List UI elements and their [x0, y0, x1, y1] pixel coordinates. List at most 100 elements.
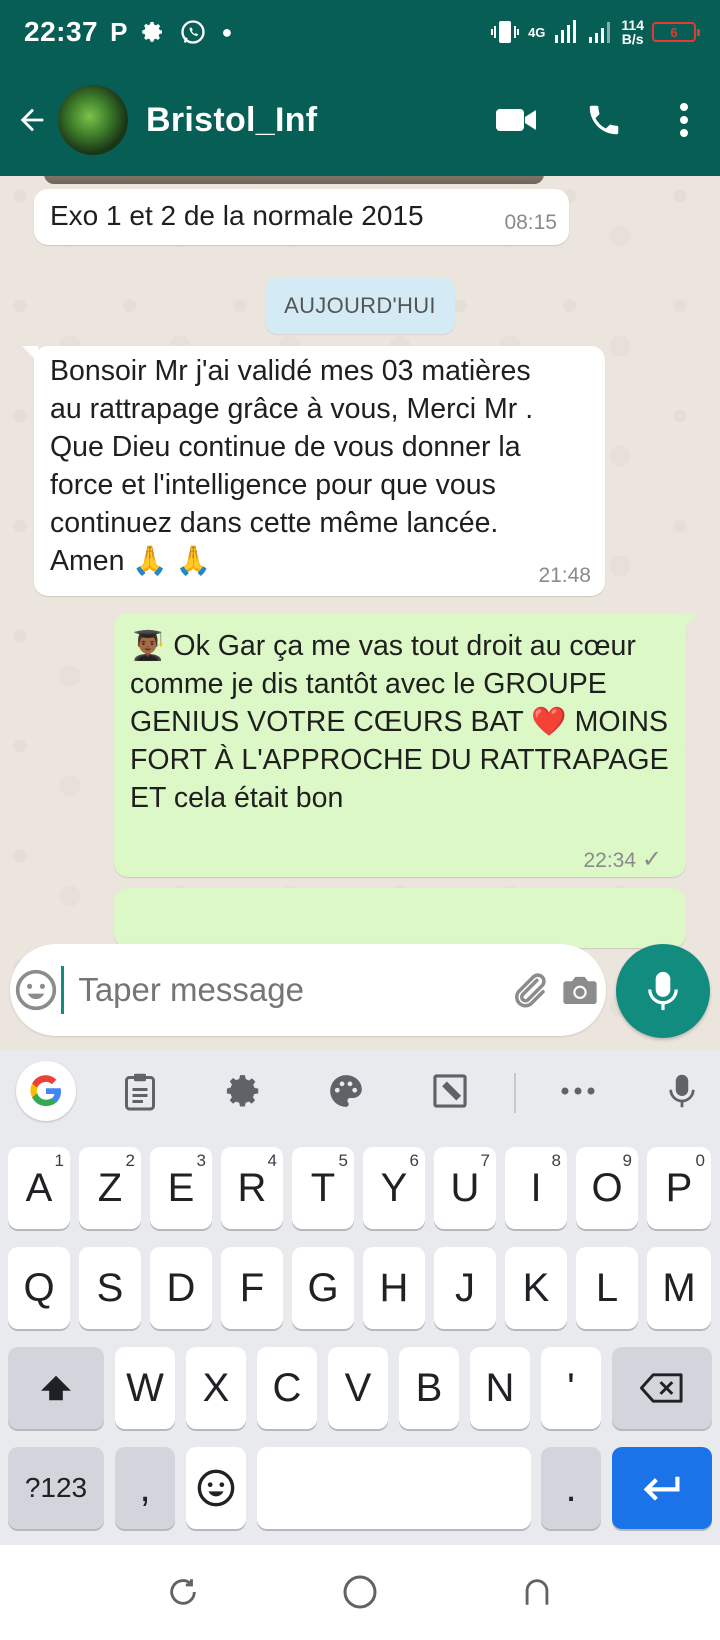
bubble-tail — [22, 346, 38, 362]
shift-icon — [41, 1375, 71, 1401]
back-nav-button[interactable] — [512, 1567, 562, 1617]
key-f[interactable]: F — [221, 1247, 283, 1329]
theme-button[interactable] — [320, 1065, 372, 1117]
camera-button[interactable] — [555, 944, 606, 1036]
key-g[interactable]: G — [292, 1247, 354, 1329]
back-button[interactable] — [0, 64, 64, 176]
home-circle-icon — [343, 1575, 377, 1609]
recents-button[interactable] — [158, 1567, 208, 1617]
message-input[interactable] — [61, 966, 504, 1014]
key-i[interactable]: I8 — [505, 1147, 567, 1229]
gear-icon — [142, 22, 163, 42]
key-s[interactable]: S — [79, 1247, 141, 1329]
key-a[interactable]: A1 — [8, 1147, 70, 1229]
comma-key[interactable]: , — [115, 1447, 175, 1529]
symbols-key[interactable]: ?123 — [8, 1447, 104, 1529]
more-vertical-icon — [680, 103, 688, 137]
media-thumbnail-edge[interactable] — [44, 176, 544, 184]
enter-key[interactable] — [612, 1447, 712, 1529]
key-m[interactable]: M — [647, 1247, 711, 1329]
vibrate-icon — [491, 21, 520, 43]
bubble-tail — [682, 613, 698, 629]
toolbar-divider — [514, 1073, 516, 1113]
signal-icon — [555, 20, 577, 43]
gear-icon — [226, 1075, 259, 1107]
recents-icon — [170, 1579, 196, 1605]
video-call-button[interactable] — [472, 64, 560, 176]
backspace-key[interactable] — [612, 1347, 712, 1429]
google-icon[interactable] — [16, 1061, 76, 1121]
key-z[interactable]: Z2 — [79, 1147, 141, 1229]
key-v[interactable]: V — [328, 1347, 388, 1429]
message-bubble-in[interactable]: Exo 1 et 2 de la normale 2015 08:15 — [34, 189, 569, 245]
emoji-key[interactable] — [186, 1447, 246, 1529]
message-bubble-out[interactable]: 👨🏾‍🎓 Ok Gar ça me vas tout droit au cœur… — [114, 613, 698, 877]
message-time: 21:48 — [538, 564, 591, 587]
avatar[interactable] — [58, 85, 128, 155]
home-button[interactable] — [335, 1567, 385, 1617]
sent-check-icon: ✓ — [641, 846, 662, 873]
enter-icon — [643, 1476, 680, 1501]
arrow-left-icon — [20, 108, 44, 132]
message-time: 22:34 ✓ — [583, 846, 662, 873]
key-b[interactable]: B — [399, 1347, 459, 1429]
more-button[interactable] — [552, 1065, 604, 1117]
key-c[interactable]: C — [257, 1347, 317, 1429]
key-n[interactable]: N — [470, 1347, 530, 1429]
video-camera-icon — [496, 109, 536, 131]
backspace-icon — [640, 1373, 683, 1403]
key-t[interactable]: T5 — [292, 1147, 354, 1229]
key-x[interactable]: X — [186, 1347, 246, 1429]
chat-title[interactable]: Bristol_Inf — [146, 101, 317, 140]
camera-icon — [563, 976, 597, 1004]
clipboard-button[interactable] — [114, 1065, 166, 1117]
key-o[interactable]: O9 — [576, 1147, 638, 1229]
emoji-icon — [15, 969, 56, 1011]
more-options-button[interactable] — [648, 64, 720, 176]
key-w[interactable]: W — [115, 1347, 175, 1429]
phone-icon — [589, 105, 619, 135]
shift-key[interactable] — [8, 1347, 104, 1429]
voice-input-button[interactable] — [656, 1065, 708, 1117]
attach-button[interactable] — [503, 944, 554, 1036]
emoji-icon — [197, 1469, 235, 1507]
handwriting-icon — [433, 1074, 467, 1108]
period-key[interactable]: . — [541, 1447, 601, 1529]
handwriting-button[interactable] — [424, 1065, 476, 1117]
network-speed: 114 B/s — [621, 17, 644, 47]
google-g-icon — [30, 1075, 62, 1107]
status-right-icons: 4G 114 B/s 6 — [490, 17, 700, 47]
emoji-button[interactable] — [10, 944, 61, 1036]
keyboard-settings-button[interactable] — [218, 1065, 270, 1117]
message-time: 08:15 — [504, 211, 557, 234]
key-h[interactable]: H — [363, 1247, 425, 1329]
key-y[interactable]: Y6 — [363, 1147, 425, 1229]
message-text: Exo 1 et 2 de la normale 2015 — [50, 200, 424, 231]
message-bubble-in[interactable]: Bonsoir Mr j'ai validé mes 03 matières a… — [22, 346, 605, 596]
key-apostrophe[interactable]: ' — [541, 1347, 601, 1429]
space-key[interactable] — [257, 1447, 531, 1529]
clipboard-icon — [125, 1073, 155, 1111]
message-composer — [10, 944, 606, 1036]
message-bubble-out-partial[interactable] — [114, 888, 686, 948]
whatsapp-icon — [181, 20, 206, 44]
key-j[interactable]: J — [434, 1247, 496, 1329]
message-text: Bonsoir Mr j'ai validé mes 03 matières a… — [50, 355, 534, 577]
keyboard: A1 Z2 E3 R4 T5 Y6 U7 I8 O9 P0 Q S D F G … — [0, 1049, 720, 1545]
key-r[interactable]: R4 — [221, 1147, 283, 1229]
voice-call-button[interactable] — [560, 64, 648, 176]
chat-messages[interactable]: Exo 1 et 2 de la normale 2015 08:15 AUJO… — [0, 176, 720, 1049]
more-horizontal-icon — [561, 1087, 595, 1095]
key-l[interactable]: L — [576, 1247, 638, 1329]
key-u[interactable]: U7 — [434, 1147, 496, 1229]
header-actions — [472, 64, 720, 176]
voice-record-button[interactable] — [616, 944, 710, 1038]
network-type: 4G — [528, 24, 546, 40]
status-time: 22:37 — [24, 16, 99, 47]
key-k[interactable]: K — [505, 1247, 567, 1329]
key-q[interactable]: Q — [8, 1247, 70, 1329]
key-p[interactable]: P0 — [647, 1147, 711, 1229]
key-d[interactable]: D — [150, 1247, 212, 1329]
parking-icon: P — [110, 16, 128, 47]
key-e[interactable]: E3 — [150, 1147, 212, 1229]
